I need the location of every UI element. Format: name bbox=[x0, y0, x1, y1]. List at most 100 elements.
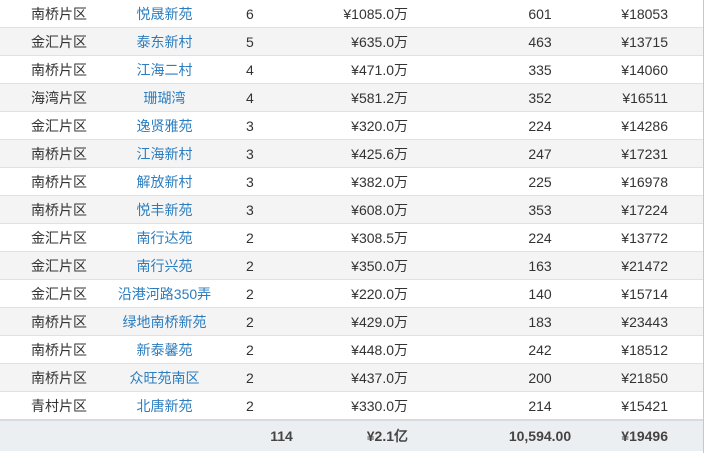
totals-label-cell bbox=[0, 419, 96, 451]
table-footer: 114 ¥2.1亿 10,594.00 ¥19496 bbox=[0, 419, 704, 451]
area-cell: 海湾片区 bbox=[0, 83, 96, 112]
listing-count-cell: 3 bbox=[233, 167, 330, 196]
community-name-cell: 北唐新苑 bbox=[96, 391, 233, 420]
table-row: 金汇片区 逸贤雅苑 3 ¥320.0万 224 ¥14286 bbox=[0, 111, 704, 140]
community-name-cell: 江海二村 bbox=[96, 55, 233, 84]
area-size-cell: 224 bbox=[470, 223, 590, 252]
unit-price-cell: ¥15421 bbox=[590, 391, 704, 420]
area-size-cell: 224 bbox=[470, 111, 590, 140]
community-name-link[interactable]: 众旺苑南区 bbox=[130, 370, 200, 386]
community-name-cell: 新泰馨苑 bbox=[96, 335, 233, 364]
listing-count-cell: 5 bbox=[233, 27, 330, 56]
area-cell: 金汇片区 bbox=[0, 223, 96, 252]
area-cell: 金汇片区 bbox=[0, 251, 96, 280]
area-cell: 金汇片区 bbox=[0, 279, 96, 308]
community-name-link[interactable]: 逸贤雅苑 bbox=[137, 118, 193, 134]
community-name-cell: 沿港河路350弄 bbox=[96, 279, 233, 308]
area-size-cell: 353 bbox=[470, 195, 590, 224]
totals-row: 114 ¥2.1亿 10,594.00 ¥19496 bbox=[0, 419, 704, 451]
area-size-cell: 463 bbox=[470, 27, 590, 56]
listing-count-cell: 4 bbox=[233, 83, 330, 112]
listing-count-cell: 2 bbox=[233, 279, 330, 308]
community-name-link[interactable]: 珊瑚湾 bbox=[144, 90, 186, 106]
table-row: 南桥片区 绿地南桥新苑 2 ¥429.0万 183 ¥23443 bbox=[0, 307, 704, 336]
unit-price-cell: ¥21472 bbox=[590, 251, 704, 280]
community-name-link[interactable]: 江海二村 bbox=[137, 62, 193, 78]
area-cell: 南桥片区 bbox=[31, 5, 87, 22]
area-size-cell: 335 bbox=[470, 55, 590, 84]
unit-price-cell: ¥13715 bbox=[590, 27, 704, 56]
area-size-cell: 225 bbox=[470, 167, 590, 196]
area-cell: 南桥片区 bbox=[0, 195, 96, 224]
community-name-cell: 南行达苑 bbox=[96, 223, 233, 252]
total-price-cell: ¥330.0万 bbox=[330, 391, 470, 420]
community-name-link[interactable]: 江海新村 bbox=[137, 146, 193, 162]
community-name-link[interactable]: 北唐新苑 bbox=[137, 398, 193, 414]
area-size-cell: 200 bbox=[470, 363, 590, 392]
community-name-cell: 泰东新村 bbox=[96, 27, 233, 56]
table-row: 南桥片区 悦丰新苑 3 ¥608.0万 353 ¥17224 bbox=[0, 195, 704, 224]
table-row: 青村片区 北唐新苑 2 ¥330.0万 214 ¥15421 bbox=[0, 391, 704, 420]
total-price-cell: ¥308.5万 bbox=[330, 223, 470, 252]
community-name-cell: 逸贤雅苑 bbox=[96, 111, 233, 140]
area-cell: 南桥片区 bbox=[0, 335, 96, 364]
community-name-link[interactable]: 悦晟新苑 bbox=[137, 6, 193, 22]
community-name-link[interactable]: 泰东新村 bbox=[137, 34, 193, 50]
area-size-cell: 601 bbox=[528, 5, 552, 22]
table-row: 南桥片区 新泰馨苑 2 ¥448.0万 242 ¥18512 bbox=[0, 335, 704, 364]
area-cell: 金汇片区 bbox=[0, 111, 96, 140]
area-cell: 南桥片区 bbox=[0, 363, 96, 392]
total-price-cell: ¥471.0万 bbox=[330, 55, 470, 84]
community-name-link[interactable]: 南行达苑 bbox=[137, 230, 193, 246]
community-name-cell: 珊瑚湾 bbox=[96, 83, 233, 112]
area-cell: 南桥片区 bbox=[0, 167, 96, 196]
community-name-link[interactable]: 绿地南桥新苑 bbox=[123, 314, 207, 330]
area-size-cell: 247 bbox=[470, 139, 590, 168]
listing-count-cell: 2 bbox=[233, 251, 330, 280]
total-price-cell: ¥382.0万 bbox=[330, 167, 470, 196]
community-name-cell: 江海新村 bbox=[96, 139, 233, 168]
community-name-cell: 悦丰新苑 bbox=[96, 195, 233, 224]
total-price-cell: ¥429.0万 bbox=[330, 307, 470, 336]
listing-count-cell: 2 bbox=[233, 307, 330, 336]
total-price-cell: ¥437.0万 bbox=[330, 363, 470, 392]
community-name-link[interactable]: 沿港河路350弄 bbox=[118, 286, 211, 302]
listing-count-cell: 4 bbox=[233, 55, 330, 84]
unit-price-cell: ¥14286 bbox=[590, 111, 704, 140]
listing-count-cell: 6 bbox=[246, 5, 254, 22]
community-name-link[interactable]: 悦丰新苑 bbox=[137, 202, 193, 218]
total-price-cell: ¥448.0万 bbox=[330, 335, 470, 364]
total-price-cell: ¥425.6万 bbox=[330, 139, 470, 168]
total-price: ¥2.1亿 bbox=[330, 419, 470, 451]
table-row: 金汇片区 泰东新村 5 ¥635.0万 463 ¥13715 bbox=[0, 27, 704, 56]
totals-empty-cell bbox=[96, 419, 233, 451]
unit-price-cell: ¥23443 bbox=[590, 307, 704, 336]
listing-count-cell: 2 bbox=[233, 391, 330, 420]
total-price-cell: ¥581.2万 bbox=[330, 83, 470, 112]
total-price-cell: ¥320.0万 bbox=[330, 111, 470, 140]
unit-price-cell: ¥16978 bbox=[590, 167, 704, 196]
community-name-link[interactable]: 南行兴苑 bbox=[137, 258, 193, 274]
unit-price-cell: ¥18512 bbox=[590, 335, 704, 364]
community-name-cell: 众旺苑南区 bbox=[96, 363, 233, 392]
listing-count-cell: 2 bbox=[233, 363, 330, 392]
listing-count-cell: 3 bbox=[233, 195, 330, 224]
area-cell: 金汇片区 bbox=[0, 27, 96, 56]
community-name-link[interactable]: 解放新村 bbox=[137, 174, 193, 190]
community-name-cell: 南行兴苑 bbox=[96, 251, 233, 280]
table-row: 南桥片区 悦晟新苑 6 ¥1085.0万 601 ¥18053 bbox=[0, 0, 704, 28]
total-price-cell: ¥350.0万 bbox=[330, 251, 470, 280]
unit-price-cell: ¥17224 bbox=[590, 195, 704, 224]
community-name-link[interactable]: 新泰馨苑 bbox=[137, 342, 193, 358]
community-name-cell: 绿地南桥新苑 bbox=[96, 307, 233, 336]
area-size-cell: 352 bbox=[470, 83, 590, 112]
area-size-cell: 242 bbox=[470, 335, 590, 364]
table-row: 南桥片区 解放新村 3 ¥382.0万 225 ¥16978 bbox=[0, 167, 704, 196]
unit-price-cell: ¥21850 bbox=[590, 363, 704, 392]
unit-price-cell: ¥15714 bbox=[590, 279, 704, 308]
area-cell: 青村片区 bbox=[0, 391, 96, 420]
community-name-cell: 悦晟新苑 bbox=[96, 0, 233, 28]
area-cell: 南桥片区 bbox=[0, 307, 96, 336]
total-size: 10,594.00 bbox=[470, 419, 590, 451]
table-row: 海湾片区 珊瑚湾 4 ¥581.2万 352 ¥16511 bbox=[0, 83, 704, 112]
